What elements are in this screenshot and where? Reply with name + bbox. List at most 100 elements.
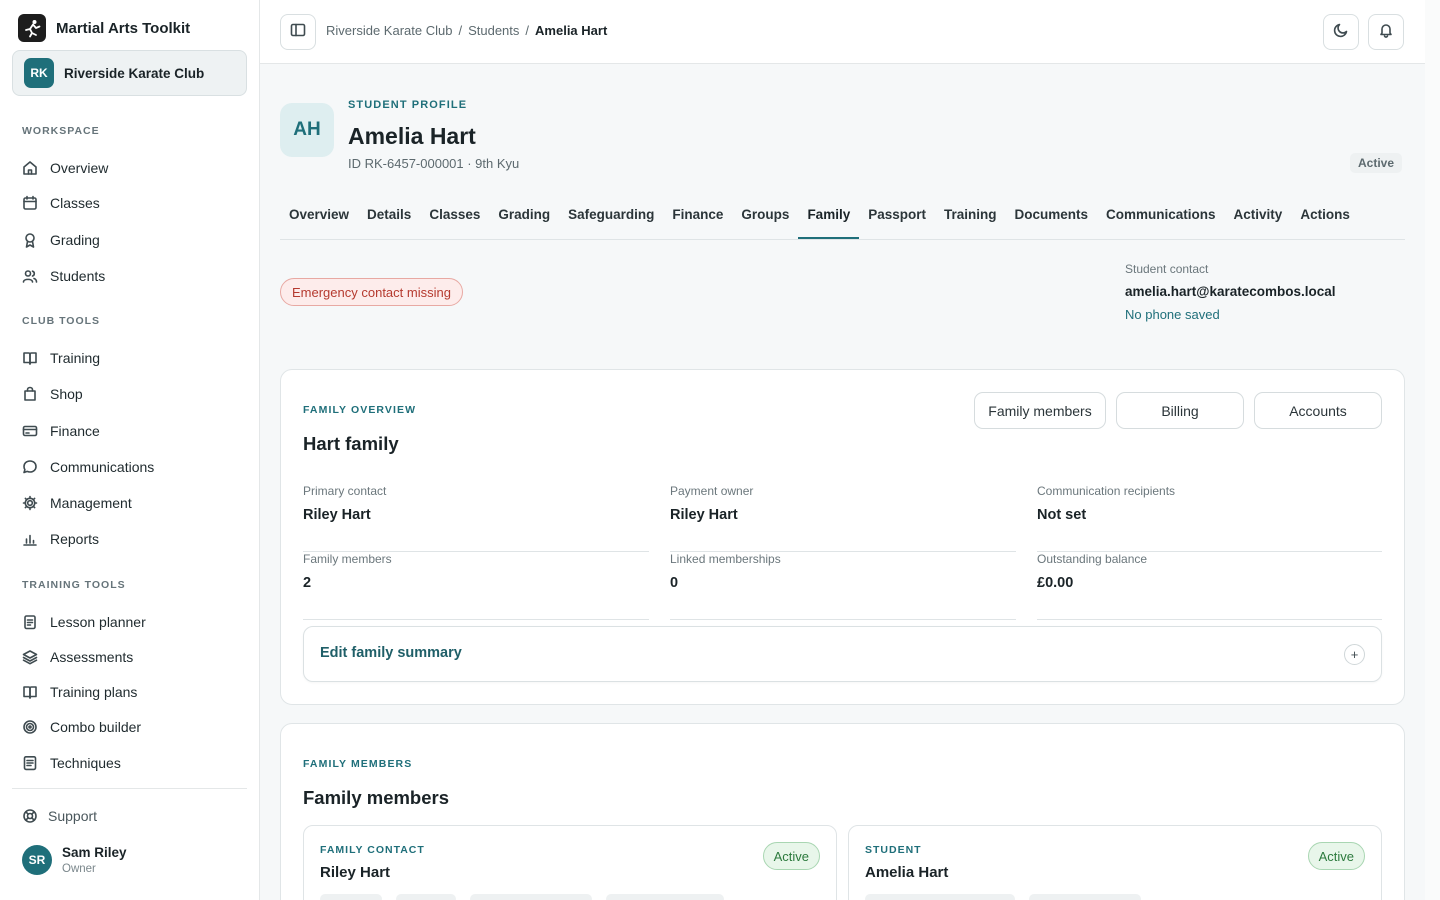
app-name: Martial Arts Toolkit <box>56 19 191 37</box>
breadcrumb-separator: / <box>525 23 530 38</box>
nav-overview[interactable]: Overview <box>22 156 108 180</box>
field-outstanding-balance: Outstanding balance £0.00 <box>1037 552 1382 620</box>
nav-classes[interactable]: Classes <box>22 191 100 215</box>
placeholder-chip <box>606 894 724 900</box>
support-label: Support <box>48 808 98 824</box>
brand[interactable]: Martial Arts Toolkit <box>18 14 190 42</box>
club-switcher[interactable]: RK Riverside Karate Club <box>12 50 247 96</box>
book-icon <box>22 684 38 700</box>
nav-label: Overview <box>50 160 109 176</box>
tab-communications[interactable]: Communications <box>1097 196 1225 239</box>
nav-grading[interactable]: Grading <box>22 228 100 252</box>
field-label: Linked memberships <box>670 552 781 566</box>
tab-passport[interactable]: Passport <box>859 196 935 239</box>
tab-finance[interactable]: Finance <box>663 196 732 239</box>
nav-management[interactable]: Management <box>22 491 132 515</box>
nav-label: Assessments <box>50 649 134 665</box>
nav-label: Students <box>50 268 106 284</box>
target-icon <box>22 719 38 735</box>
nav-label: Techniques <box>50 755 121 771</box>
status-badge: Active <box>762 842 820 870</box>
nav-students[interactable]: Students <box>22 264 105 288</box>
field-family-members: Family members 2 <box>303 552 649 620</box>
tab-training[interactable]: Training <box>935 196 1006 239</box>
nav-assessments[interactable]: Assessments <box>22 645 133 669</box>
nav-shop[interactable]: Shop <box>22 382 83 406</box>
family-members-card: FAMILY MEMBERS Family members FAMILY CON… <box>280 723 1405 900</box>
gear-icon <box>22 495 38 511</box>
club-name: Riverside Karate Club <box>64 65 205 81</box>
tab-grading[interactable]: Grading <box>489 196 559 239</box>
nav-training[interactable]: Training <box>22 346 100 370</box>
placeholder-chip <box>396 894 456 900</box>
theme-toggle-button[interactable] <box>1323 14 1359 50</box>
user-menu[interactable]: SR Sam Riley Owner <box>22 845 127 875</box>
field-value: Not set <box>1037 507 1087 523</box>
family-member-card[interactable]: FAMILY CONTACT Riley Hart Active <box>303 825 837 900</box>
family-members-title: Family members <box>303 787 450 808</box>
nav-training-plans[interactable]: Training plans <box>22 680 137 704</box>
notifications-button[interactable] <box>1368 14 1404 50</box>
family-member-card[interactable]: STUDENT Amelia Hart Active <box>848 825 1382 900</box>
nav-label: Reports <box>50 531 100 547</box>
tab-overview[interactable]: Overview <box>280 196 358 239</box>
edit-family-summary-label: Edit family summary <box>320 645 462 661</box>
club-tools-heading: CLUB TOOLS <box>22 315 101 327</box>
family-members-button[interactable]: Family members <box>974 392 1106 429</box>
nav-lesson-planner[interactable]: Lesson planner <box>22 610 146 634</box>
field-payment-owner: Payment owner Riley Hart <box>670 484 1016 552</box>
nav-reports[interactable]: Reports <box>22 527 99 551</box>
contact-phone: No phone saved <box>1125 307 1220 322</box>
placeholder-chip <box>320 894 382 900</box>
field-value: 2 <box>303 575 312 591</box>
clipboard-icon <box>22 614 38 630</box>
member-role: STUDENT <box>865 844 922 856</box>
page-scrollbar[interactable] <box>1425 0 1440 900</box>
contact-email[interactable]: amelia.hart@karatecombos.local <box>1125 284 1336 299</box>
accounts-button[interactable]: Accounts <box>1254 392 1382 429</box>
field-value: £0.00 <box>1037 575 1074 591</box>
student-avatar: AH <box>280 103 334 157</box>
field-value: Riley Hart <box>303 507 371 523</box>
tab-activity[interactable]: Activity <box>1225 196 1292 239</box>
toggle-sidebar-button[interactable] <box>280 14 316 50</box>
emergency-contact-alert[interactable]: Emergency contact missing <box>280 278 463 306</box>
sidebar-divider <box>12 788 247 789</box>
layers-icon <box>22 649 38 665</box>
document-icon <box>22 755 38 771</box>
tab-safeguarding[interactable]: Safeguarding <box>559 196 663 239</box>
field-communication-recipients: Communication recipients Not set <box>1037 484 1382 552</box>
billing-button[interactable]: Billing <box>1116 392 1244 429</box>
tab-family[interactable]: Family <box>798 196 860 239</box>
user-name: Sam Riley <box>62 845 127 860</box>
family-members-eyebrow: FAMILY MEMBERS <box>303 758 413 770</box>
tab-groups[interactable]: Groups <box>732 196 798 239</box>
field-label: Family members <box>303 552 392 566</box>
field-label: Primary contact <box>303 484 387 498</box>
breadcrumb-separator: / <box>458 23 463 38</box>
club-avatar: RK <box>24 58 54 88</box>
field-linked-memberships: Linked memberships 0 <box>670 552 1016 620</box>
edit-family-summary-toggle[interactable]: Edit family summary + <box>303 626 1382 682</box>
nav-finance[interactable]: Finance <box>22 419 100 443</box>
nav-techniques[interactable]: Techniques <box>22 751 121 775</box>
nav-label: Grading <box>50 232 100 248</box>
field-label: Payment owner <box>670 484 754 498</box>
breadcrumb-students[interactable]: Students <box>468 23 519 38</box>
placeholder-chip <box>1029 894 1141 900</box>
field-value: Riley Hart <box>670 507 738 523</box>
support-link[interactable]: Support <box>22 808 97 824</box>
profile-tabs: Overview Details Classes Grading Safegua… <box>280 196 1405 240</box>
shopping-bag-icon <box>22 386 38 402</box>
martial-arts-logo-icon <box>18 14 46 42</box>
tab-actions[interactable]: Actions <box>1291 196 1359 239</box>
bell-icon <box>1378 22 1394 43</box>
breadcrumb-club[interactable]: Riverside Karate Club <box>326 23 452 38</box>
plus-icon: + <box>1344 644 1365 665</box>
tab-documents[interactable]: Documents <box>1006 196 1098 239</box>
tab-details[interactable]: Details <box>358 196 420 239</box>
nav-communications[interactable]: Communications <box>22 455 154 479</box>
calendar-icon <box>22 195 38 211</box>
nav-combo-builder[interactable]: Combo builder <box>22 715 141 739</box>
tab-classes[interactable]: Classes <box>420 196 489 239</box>
